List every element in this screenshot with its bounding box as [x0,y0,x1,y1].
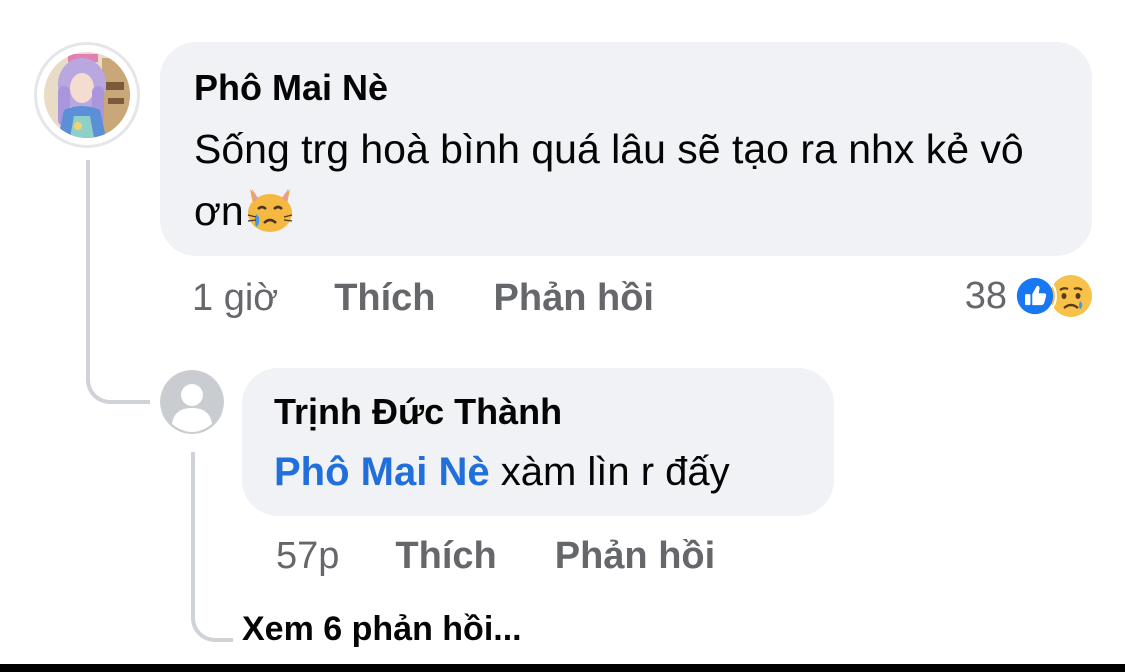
comment-timestamp[interactable]: 1 giờ [192,276,278,320]
reply-button[interactable]: Phản hồi [494,276,654,320]
avatar-photo [44,52,130,138]
reply-reply-button[interactable]: Phản hồi [555,534,715,578]
reply-body: xàm lìn r đấy [489,450,730,494]
reaction-count: 38 [964,274,1007,317]
crying-cat-face-icon [247,189,292,232]
comment-actions: 1 giờ Thích Phản hồi [192,276,712,320]
thread-connector-line [86,160,150,404]
reply-actions: 57p Thích Phản hồi [276,534,773,578]
reply-bubble: Trịnh Đức Thành Phô Mai Nè xàm lìn r đấy [242,368,834,516]
view-more-replies-link[interactable]: Xem 6 phản hồi... [242,610,522,649]
commenter-avatar[interactable] [34,42,140,148]
bottom-bar [0,664,1125,672]
default-avatar-icon[interactable] [160,370,224,434]
reply-timestamp[interactable]: 57p [276,534,339,578]
reply-author-name[interactable]: Trịnh Đức Thành [274,390,802,434]
reaction-summary[interactable]: 38 [965,274,1093,318]
comment-author-name[interactable]: Phô Mai Nè [194,66,1058,110]
reply-text: Phô Mai Nè xàm lìn r đấy [274,446,802,498]
reply-thread-connector-line [191,452,233,642]
comment-bubble: Phô Mai Nè Sống trg hoà bình quá lâu sẽ … [160,42,1092,256]
comment-text: Sống trg hoà bình quá lâu sẽ tạo ra nhx … [194,118,1058,242]
reply-like-button[interactable]: Thích [395,534,496,578]
like-button[interactable]: Thích [334,276,435,320]
like-reaction-icon [1013,274,1057,318]
comment-body: Sống trg hoà bình quá lâu sẽ tạo ra nhx … [194,126,1024,234]
mention-link[interactable]: Phô Mai Nè [274,450,490,494]
